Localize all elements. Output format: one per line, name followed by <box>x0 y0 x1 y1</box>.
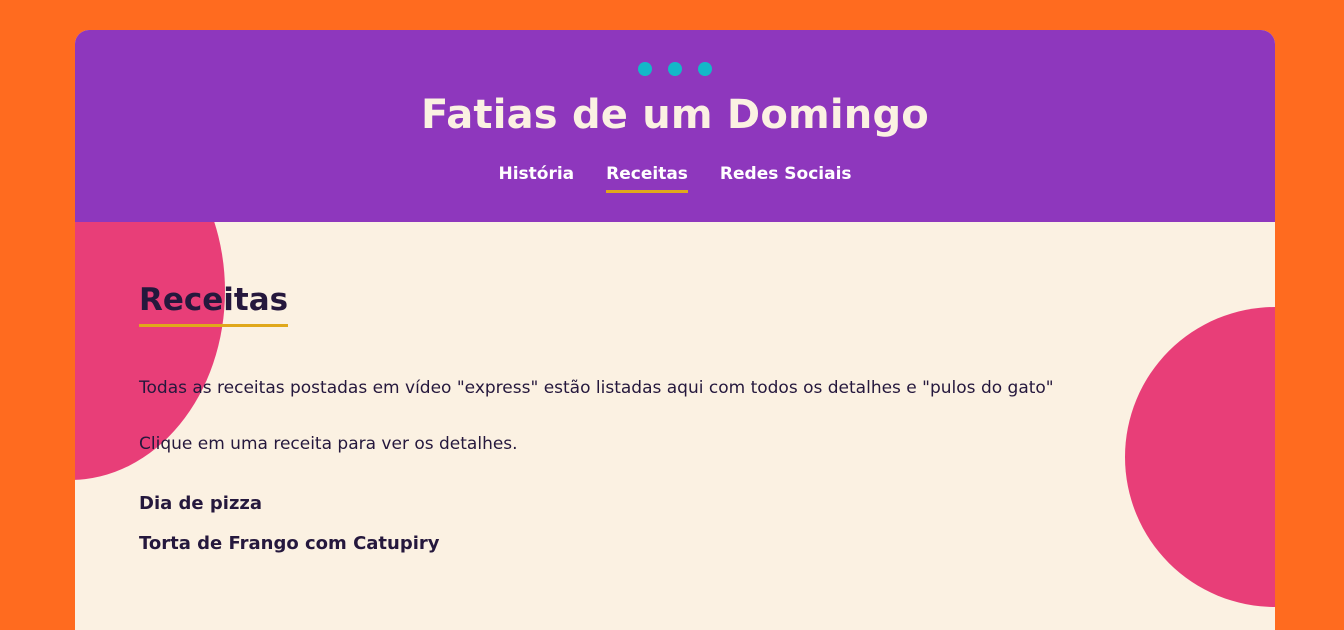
section-hint: Clique em uma receita para ver os detalh… <box>139 434 518 454</box>
section-title: Receitas <box>139 282 289 327</box>
decorative-circle-right <box>1125 307 1275 607</box>
nav-link-redes-sociais[interactable]: Redes Sociais <box>720 164 852 193</box>
content-area: Receitas Todas as receitas postadas em v… <box>75 222 1275 630</box>
main-nav: História Receitas Redes Sociais <box>75 164 1275 193</box>
decorative-dots <box>75 62 1275 76</box>
site-header: Fatias de um Domingo História Receitas R… <box>75 30 1275 222</box>
recipe-link-dia-de-pizza[interactable]: Dia de pizza <box>139 493 262 514</box>
dot-icon <box>638 62 652 76</box>
dot-icon <box>668 62 682 76</box>
nav-link-historia[interactable]: História <box>498 164 574 193</box>
page-card: Fatias de um Domingo História Receitas R… <box>75 30 1275 630</box>
site-title: Fatias de um Domingo <box>421 92 929 138</box>
dot-icon <box>698 62 712 76</box>
section-description: Todas as receitas postadas em vídeo "exp… <box>139 378 1054 398</box>
recipe-link-torta-de-frango[interactable]: Torta de Frango com Catupiry <box>139 533 440 554</box>
nav-link-receitas[interactable]: Receitas <box>606 164 688 193</box>
